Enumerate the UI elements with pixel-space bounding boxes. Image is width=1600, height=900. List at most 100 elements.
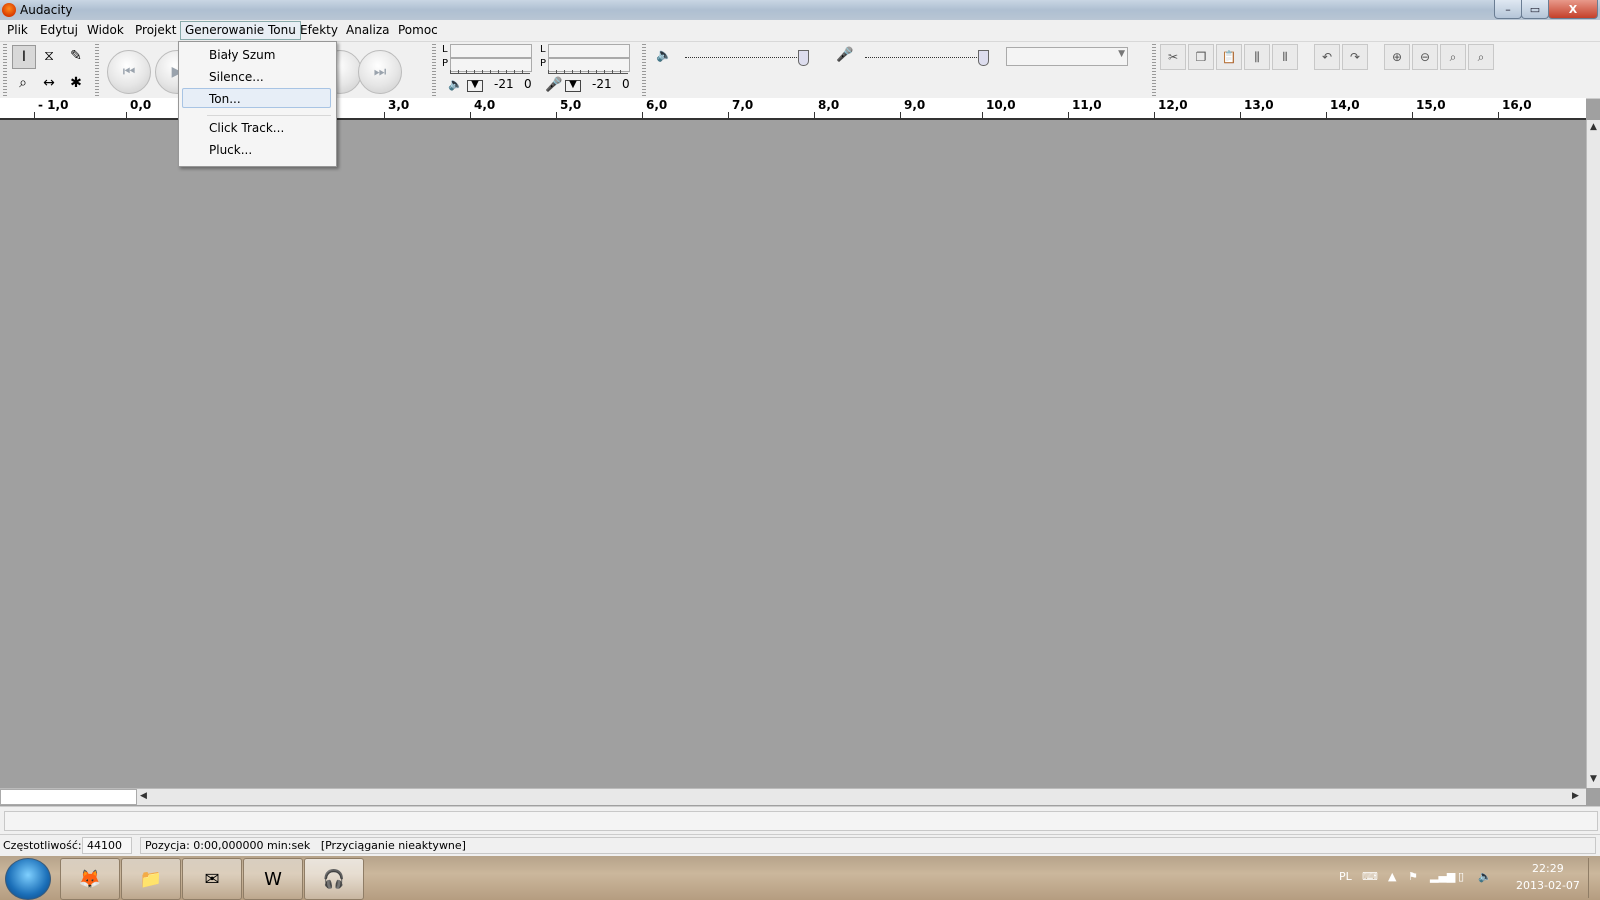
selection-tool-icon[interactable]: I (12, 45, 36, 69)
output-meter-left[interactable] (450, 44, 532, 58)
input-meter-menu-icon[interactable]: ▼ (565, 80, 581, 92)
recording-volume-slider[interactable] (865, 57, 985, 59)
title-bar: Audacity – ▭ X (0, 0, 1600, 20)
project-rate-field[interactable]: 44100 (82, 837, 132, 854)
keyboard-icon[interactable]: ⌨ (1362, 870, 1378, 883)
paste-icon[interactable]: 📋 (1216, 44, 1242, 70)
track-area[interactable] (0, 120, 1586, 788)
ruler-label: 13,0 (1240, 98, 1274, 118)
scroll-left-icon[interactable]: ◀ (140, 791, 147, 801)
zoom-in-icon[interactable]: ⊕ (1384, 44, 1410, 70)
redo-icon[interactable]: ↷ (1342, 44, 1368, 70)
show-hidden-icons-icon[interactable]: ▲ (1388, 870, 1396, 883)
scroll-up-icon[interactable]: ▲ (1590, 122, 1597, 132)
ruler-label: 6,0 (641, 98, 668, 118)
multi-tool-icon[interactable]: ✱ (65, 72, 87, 94)
meter-out-right-label: P (442, 58, 449, 69)
menu-edytuj[interactable]: Edytuj (40, 23, 78, 37)
start-button[interactable] (5, 858, 51, 900)
ruler-label: 5,0 (555, 98, 582, 118)
draw-tool-icon[interactable]: ✎ (65, 45, 87, 67)
input-source-select[interactable]: ▼ (1006, 47, 1128, 66)
selection-field[interactable] (4, 811, 1598, 831)
playback-volume-icon: 🔈 (656, 48, 673, 63)
silence-icon[interactable]: ⫴ (1272, 44, 1298, 70)
ruler-label: 7,0 (727, 98, 754, 118)
menu-efekty[interactable]: Efekty (300, 23, 338, 37)
recording-volume-icon: 🎤 (836, 47, 854, 63)
toolbar-grip[interactable] (3, 44, 7, 96)
skip-end-button[interactable]: ⏭ (358, 50, 402, 94)
meter-in-left-label: L (540, 44, 546, 55)
zoom-tool-icon[interactable]: ⌕ (12, 72, 34, 94)
ruler-label: 12,0 (1154, 98, 1188, 118)
cut-icon[interactable]: ✂ (1160, 44, 1186, 70)
playback-volume-slider[interactable] (685, 57, 805, 59)
power-icon[interactable]: ▯ (1458, 870, 1464, 883)
horizontal-scroll-thumb[interactable] (0, 789, 137, 805)
ruler-label: 4,0 (469, 98, 496, 118)
undo-icon[interactable]: ↶ (1314, 44, 1340, 70)
vertical-scrollbar[interactable]: ▲ ▼ (1586, 120, 1600, 788)
ruler-label: 10,0 (982, 98, 1016, 118)
menu-pomoc[interactable]: Pomoc (398, 23, 438, 37)
menu-item-ton[interactable]: Ton... (209, 92, 241, 106)
snap-text: [Przyciąganie nieaktywne] (320, 839, 466, 852)
meter-out-left-label: L (442, 44, 448, 55)
envelope-tool-icon[interactable]: ⧖ (38, 45, 60, 67)
skip-start-button[interactable]: ⏮ (107, 50, 151, 94)
show-desktop-button[interactable] (1588, 858, 1599, 898)
menu-item-silence[interactable]: Silence... (209, 70, 264, 84)
window-title: Audacity (20, 3, 73, 17)
word-icon[interactable]: W (243, 858, 303, 900)
network-icon[interactable]: ▂▄▆ (1430, 870, 1455, 883)
menu-separator (207, 115, 331, 116)
generate-menu-dropdown: Biały Szum Silence... Ton... Click Track… (178, 41, 337, 167)
ruler-label: 8,0 (813, 98, 840, 118)
toolbar-grip[interactable] (642, 44, 646, 96)
menu-plik[interactable]: Plik (7, 23, 28, 37)
rate-label: Częstotliwość: (3, 839, 82, 852)
speaker-icon: 🔈 (448, 77, 463, 91)
trim-icon[interactable]: ⫼ (1244, 44, 1270, 70)
menu-projekt[interactable]: Projekt (135, 23, 176, 37)
menu-generowanie-tonu[interactable]: Generowanie Tonu (180, 21, 301, 40)
clock-date[interactable]: 2013-02-07 (1516, 879, 1580, 892)
menu-item-click-track[interactable]: Click Track... (209, 121, 284, 135)
menu-item-pluck[interactable]: Pluck... (209, 143, 252, 157)
scroll-right-icon[interactable]: ▶ (1572, 791, 1579, 801)
recording-volume-thumb[interactable] (978, 50, 989, 66)
ruler-label: 16,0 (1498, 98, 1532, 118)
audacity-taskbar-icon[interactable]: 🎧 (304, 858, 364, 900)
maximize-button[interactable]: ▭ (1521, 0, 1549, 19)
close-button[interactable]: X (1548, 0, 1598, 19)
toolbar-grip[interactable] (432, 44, 436, 96)
language-indicator[interactable]: PL (1339, 870, 1352, 883)
output-meter-scale (450, 70, 530, 74)
clock-time[interactable]: 22:29 (1532, 862, 1564, 875)
toolbar-grip[interactable] (1152, 44, 1156, 96)
toolbar-grip[interactable] (95, 44, 99, 96)
scroll-down-icon[interactable]: ▼ (1590, 774, 1597, 784)
menu-widok[interactable]: Widok (87, 23, 124, 37)
action-center-flag-icon[interactable]: ⚑ (1408, 870, 1418, 883)
output-meter-menu-icon[interactable]: ▼ (467, 80, 483, 92)
fit-selection-icon[interactable]: ⌕ (1440, 44, 1466, 70)
menu-analiza[interactable]: Analiza (346, 23, 390, 37)
messenger-icon[interactable]: ✉ (182, 858, 242, 900)
horizontal-scrollbar[interactable]: ◀ ▶ (0, 788, 1586, 805)
volume-icon[interactable]: 🔈 (1478, 870, 1492, 883)
playback-volume-thumb[interactable] (798, 50, 809, 66)
microphone-icon: 🎤 (545, 77, 563, 93)
explorer-icon[interactable]: 📁 (121, 858, 181, 900)
fit-project-icon[interactable]: ⌕ (1468, 44, 1494, 70)
minimize-button[interactable]: – (1494, 0, 1522, 19)
input-meter-left[interactable] (548, 44, 630, 58)
zoom-out-icon[interactable]: ⊖ (1412, 44, 1438, 70)
ruler-label: 11,0 (1068, 98, 1102, 118)
ruler-label: 3,0 (383, 98, 410, 118)
menu-item-bialy-szum[interactable]: Biały Szum (209, 48, 275, 62)
copy-icon[interactable]: ❐ (1188, 44, 1214, 70)
firefox-icon[interactable]: 🦊 (60, 858, 120, 900)
timeshift-tool-icon[interactable]: ↔ (38, 72, 60, 94)
